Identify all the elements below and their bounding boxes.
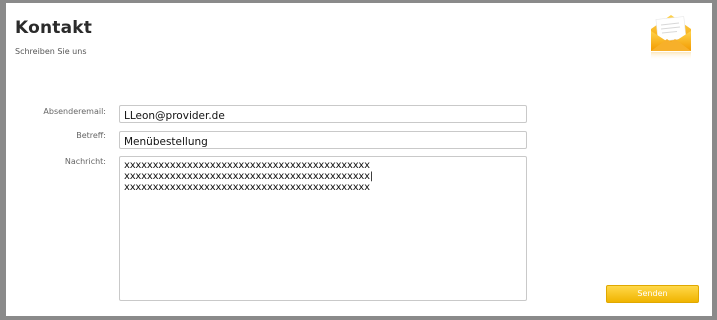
page-subtitle: Schreiben Sie uns (15, 47, 87, 56)
email-field[interactable] (119, 105, 527, 123)
frame-border-right (712, 0, 717, 320)
envelope-icon (651, 15, 691, 60)
subject-field[interactable] (119, 131, 527, 149)
message-textarea[interactable]: xxxxxxxxxxxxxxxxxxxxxxxxxxxxxxxxxxxxxxxx… (119, 156, 527, 301)
page-title: Kontakt (15, 18, 93, 38)
subject-label: Betreff: (76, 131, 106, 140)
frame-border-bottom (0, 316, 717, 320)
email-label: Absenderemail: (43, 107, 106, 116)
send-button[interactable]: Senden (606, 285, 699, 303)
contact-panel: Kontakt Schreiben Sie uns Absenderemail:… (6, 3, 712, 316)
contact-window: Kontakt Schreiben Sie uns Absenderemail:… (0, 0, 717, 320)
message-label: Nachricht: (64, 157, 106, 166)
